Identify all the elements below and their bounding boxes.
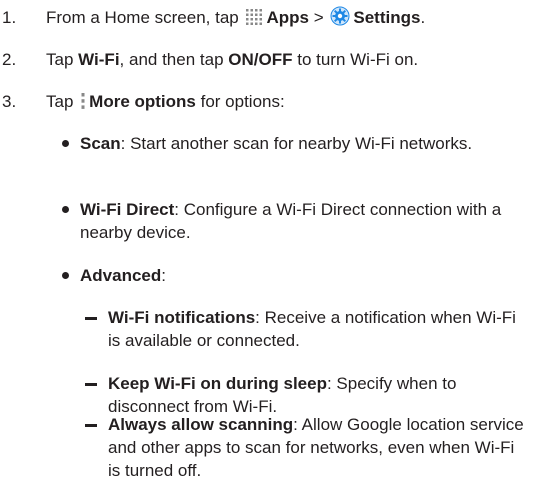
step-number: 1. [2,8,17,27]
dash-marker [85,424,97,427]
bullet-dot [62,272,69,279]
wifi-label: Wi-Fi [78,50,120,69]
step-text: Tap More options for options: [46,90,285,116]
bullet-dot [62,206,69,213]
more-options-label: More options [89,92,196,111]
instruction-page: 1. From a Home screen, tap Apps > Settin… [0,0,534,481]
step-suffix: for options: [200,92,285,111]
step-number: 2. [2,50,17,69]
step-middle: , and then tap [119,50,224,69]
step-suffix: to turn Wi-Fi on. [297,50,419,69]
settings-gear-icon [330,6,350,32]
option-text: Advanced: [80,264,510,287]
option-desc: : [161,266,166,285]
option-term: Scan [80,134,121,153]
step-number: 3. [2,92,17,111]
step-prefix: Tap [46,92,74,111]
separator: > [313,8,324,27]
advanced-term: Wi-Fi notifications [108,308,256,327]
settings-label: Settings [353,8,421,27]
step-prefix: From a Home screen, tap [46,8,239,27]
step-text: From a Home screen, tap Apps > Settings. [46,6,425,32]
onoff-label: ON/OFF [228,50,293,69]
bullet-dot [62,140,69,147]
option-desc: : Start another scan for nearby Wi-Fi ne… [120,134,473,153]
option-text: Wi-Fi Direct: Configure a Wi-Fi Direct c… [80,198,510,244]
advanced-text: Always allow scanning: Allow Google loca… [108,413,528,482]
dash-marker [85,383,97,386]
step-text: Tap Wi-Fi, and then tap ON/OFF to turn W… [46,48,418,71]
advanced-text: Wi-Fi notifications: Receive a notificat… [108,306,528,352]
apps-grid-icon [245,8,263,32]
option-term: Wi-Fi Direct [80,200,175,219]
more-options-icon [80,92,86,116]
option-term: Advanced [80,266,162,285]
apps-label: Apps [266,8,309,27]
advanced-term: Keep Wi-Fi on during sleep [108,374,327,393]
step-suffix: . [420,8,426,27]
advanced-term: Always allow scanning [108,415,294,434]
option-text: Scan: Start another scan for nearby Wi-F… [80,132,510,155]
advanced-text: Keep Wi-Fi on during sleep: Specify when… [108,372,528,418]
dash-marker [85,317,97,320]
step-prefix: Tap [46,50,74,69]
